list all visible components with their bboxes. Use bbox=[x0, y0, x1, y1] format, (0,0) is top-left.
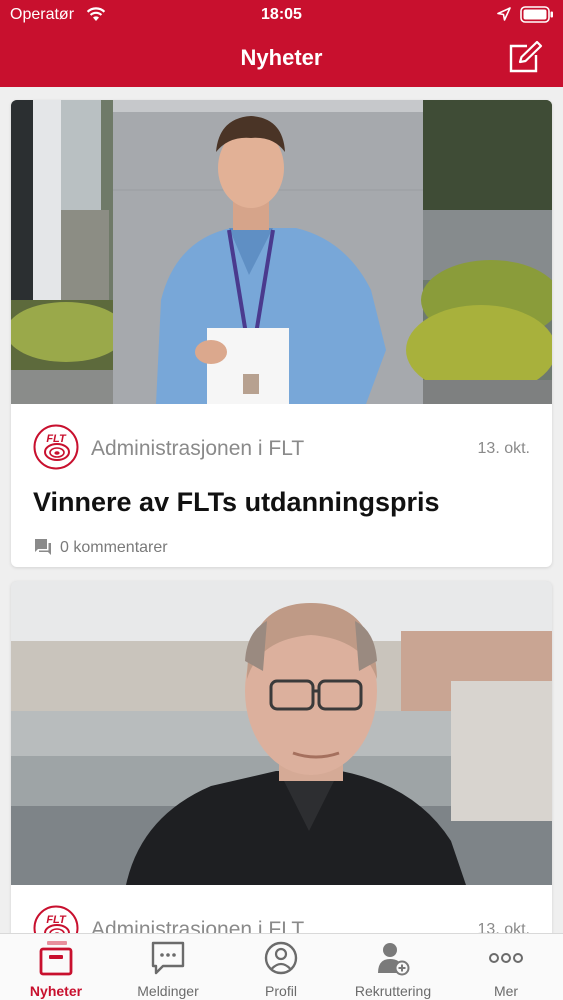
news-photo[interactable] bbox=[11, 581, 552, 885]
news-headline[interactable]: Vinnere av FLTs utdanningspris bbox=[33, 487, 440, 518]
profile-icon bbox=[264, 941, 298, 975]
tab-news-label: Nyheter bbox=[29, 983, 83, 999]
app-header: Operatør 18:05 Nyheter bbox=[0, 0, 563, 87]
photo-man-blue-shirt bbox=[11, 100, 552, 404]
news-author: Administrasjonen i FLT bbox=[91, 437, 305, 460]
svg-text:FLT: FLT bbox=[46, 914, 67, 926]
news-card[interactable]: FLT Administrasjonen i FLT 13. okt. bbox=[11, 581, 552, 933]
compose-icon[interactable] bbox=[507, 40, 543, 74]
comment-icon bbox=[35, 539, 51, 555]
tab-profile[interactable]: Profil bbox=[225, 934, 337, 1000]
news-icon bbox=[39, 941, 73, 976]
tab-more-label: Mer bbox=[493, 983, 519, 999]
news-feed[interactable]: FLT Administrasjonen i FLT 13. okt. Vinn… bbox=[0, 87, 563, 933]
flt-logo[interactable]: FLT bbox=[33, 905, 79, 933]
news-date: 13. okt. bbox=[477, 921, 530, 933]
flt-logo[interactable]: FLT bbox=[33, 424, 79, 470]
status-time: 18:05 bbox=[261, 6, 302, 23]
messages-icon bbox=[151, 941, 185, 975]
photo-man-glasses bbox=[11, 581, 552, 885]
tab-bar: Nyheter Meldinger Profil Rekruttering Me… bbox=[0, 933, 563, 1000]
tab-more[interactable]: Mer bbox=[450, 934, 562, 1000]
news-author: Administrasjonen i FLT bbox=[91, 918, 305, 933]
news-photo[interactable] bbox=[11, 100, 552, 404]
page-title: Nyheter bbox=[240, 45, 323, 70]
tab-messages-label: Meldinger bbox=[137, 983, 199, 999]
news-date: 13. okt. bbox=[477, 440, 530, 457]
news-card[interactable]: FLT Administrasjonen i FLT 13. okt. Vinn… bbox=[11, 100, 552, 567]
battery-icon bbox=[520, 6, 553, 23]
comment-count[interactable]: 0 kommentarer bbox=[60, 539, 168, 557]
tab-recruit-label: Rekruttering bbox=[354, 983, 432, 999]
location-arrow-icon bbox=[497, 7, 511, 21]
recruit-icon bbox=[378, 943, 410, 976]
tab-recruit[interactable]: Rekruttering bbox=[337, 934, 449, 1000]
status-bar: Operatør 18:05 bbox=[0, 0, 563, 30]
more-icon bbox=[489, 953, 523, 963]
svg-text:FLT: FLT bbox=[46, 433, 67, 445]
tab-profile-label: Profil bbox=[265, 983, 297, 999]
tab-messages[interactable]: Meldinger bbox=[112, 934, 224, 1000]
tab-news[interactable]: Nyheter bbox=[0, 934, 112, 1000]
